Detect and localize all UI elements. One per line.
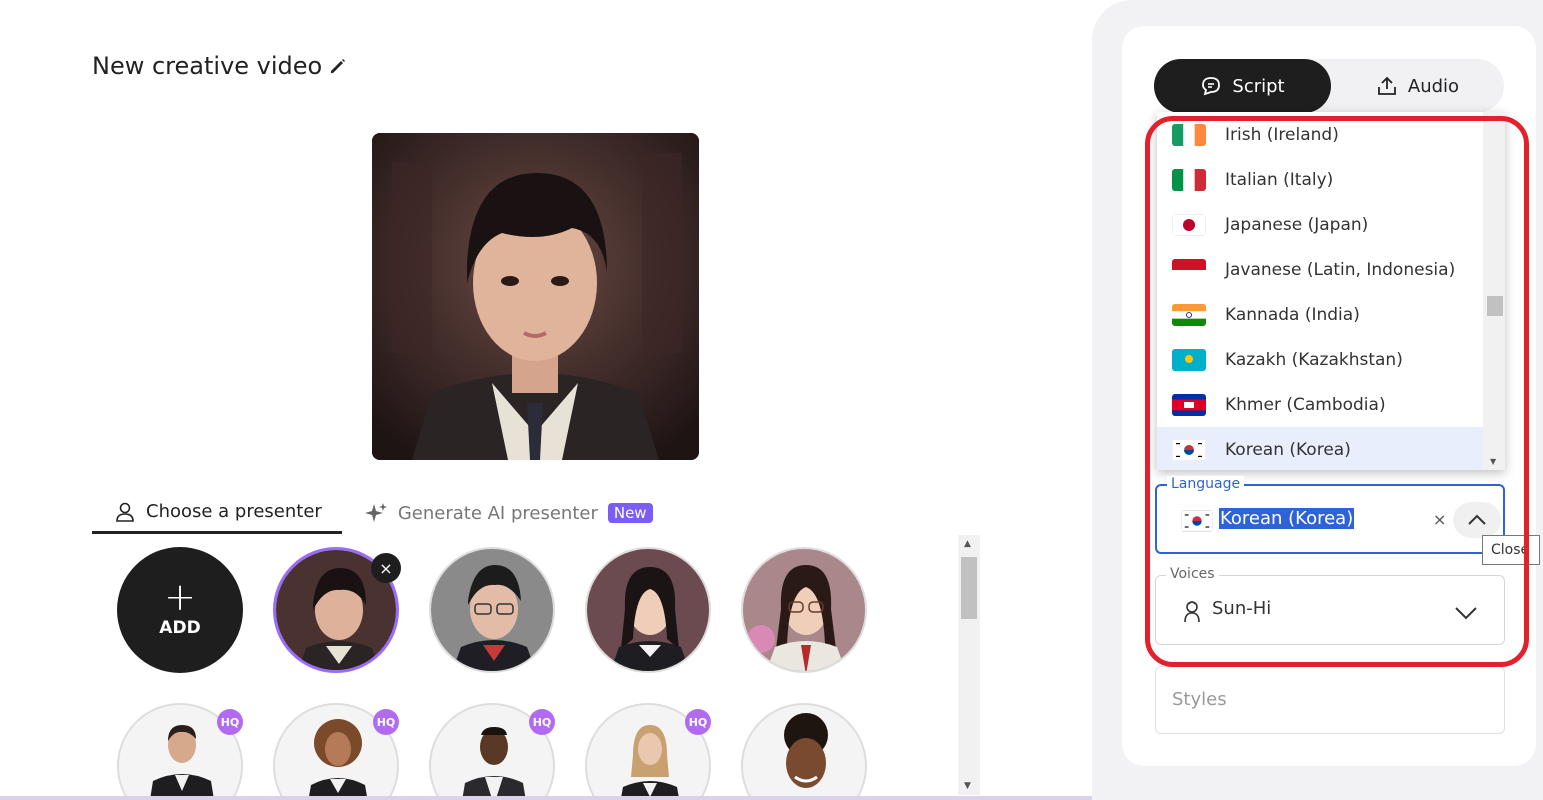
language-option-label: Javanese (Latin, Indonesia) (1225, 259, 1456, 280)
voice-value: Sun-Hi (1212, 598, 1272, 619)
japan-flag-icon (1172, 213, 1206, 236)
language-option-kannada[interactable]: Kannada (India) (1157, 292, 1483, 337)
collapse-button[interactable] (1453, 502, 1501, 538)
voices-label: Voices (1166, 566, 1219, 582)
language-option-italian[interactable]: Italian (Italy) (1157, 157, 1483, 202)
italy-flag-icon (1172, 168, 1206, 191)
language-option-label: Japanese (Japan) (1225, 214, 1369, 235)
language-label: Language (1167, 476, 1245, 492)
avatar (585, 547, 711, 673)
tab-script-label: Script (1232, 75, 1285, 97)
avatar-image (431, 549, 553, 671)
scrollbar-thumb[interactable] (961, 557, 977, 619)
avatar (429, 547, 555, 673)
presenter-avatar[interactable] (741, 703, 867, 800)
video-title[interactable]: New creative video (92, 52, 348, 80)
presenter-avatar-selected[interactable]: × (273, 547, 401, 673)
indonesia-flag-icon (1172, 258, 1206, 281)
tab-script[interactable]: Script (1154, 59, 1331, 113)
close-tooltip: Close (1482, 535, 1540, 565)
voice-person-icon (1184, 601, 1200, 623)
chat-icon (1202, 77, 1221, 96)
cambodia-flag-icon (1172, 393, 1206, 416)
user-icon (116, 502, 134, 522)
tab-choose-presenter-label: Choose a presenter (146, 501, 322, 522)
language-option-label: Khmer (Cambodia) (1225, 394, 1386, 415)
language-dropdown-list: Irish (Ireland) Italian (Italy) Japanese… (1157, 112, 1505, 470)
language-option-khmer[interactable]: Khmer (Cambodia) (1157, 382, 1483, 427)
app-root: New creative video Choose a presenter Ge… (0, 0, 1543, 800)
remove-presenter-button[interactable]: × (371, 553, 401, 583)
presenter-grid-scrollbar[interactable]: ▲ ▼ (958, 535, 980, 795)
language-option-irish[interactable]: Irish (Ireland) (1157, 112, 1483, 157)
pencil-icon[interactable] (328, 56, 348, 76)
plus-icon: + (164, 575, 196, 619)
ireland-flag-icon (1172, 123, 1206, 146)
scroll-down-icon[interactable]: ▼ (1490, 457, 1496, 466)
hq-badge: HQ (217, 709, 243, 735)
add-presenter-label: ADD (159, 618, 201, 638)
presenter-avatar[interactable] (585, 547, 711, 673)
voices-select[interactable]: Voices Sun-Hi (1155, 566, 1505, 645)
language-option-label: Kazakh (Kazakhstan) (1225, 349, 1403, 370)
hq-badge: HQ (529, 709, 555, 735)
presenter-avatar-hq[interactable]: HQ (585, 703, 711, 800)
language-option-korean[interactable]: Korean (Korea) (1157, 427, 1483, 470)
language-list-scrollbar[interactable]: ▼ (1483, 112, 1505, 470)
language-option-label: Irish (Ireland) (1225, 124, 1339, 145)
tab-generate-ai-presenter-label: Generate AI presenter (397, 502, 598, 524)
avatar (741, 547, 867, 673)
presenter-tabs: Choose a presenter Generate AI presenter… (92, 492, 673, 536)
video-title-text: New creative video (92, 52, 323, 80)
language-option-label: Italian (Italy) (1225, 169, 1334, 190)
scrollbar-thumb[interactable] (1487, 296, 1503, 316)
styles-select[interactable]: Styles (1155, 666, 1505, 734)
styles-placeholder: Styles (1172, 689, 1227, 710)
new-badge: New (607, 503, 653, 523)
avatar (741, 703, 867, 800)
tab-audio[interactable]: Audio (1331, 59, 1504, 113)
india-flag-icon (1172, 303, 1206, 326)
scroll-up-icon[interactable]: ▲ (964, 539, 971, 549)
add-presenter-button[interactable]: + ADD (117, 547, 243, 673)
hq-badge: HQ (685, 709, 711, 735)
presenter-grid: + ADD × HQ HQ HQ HQ (92, 540, 958, 800)
script-audio-toggle: Script Audio (1154, 59, 1504, 113)
tab-audio-label: Audio (1407, 75, 1460, 97)
hq-badge: HQ (373, 709, 399, 735)
avatar-image (743, 549, 865, 671)
presenter-avatar-hq[interactable]: HQ (273, 703, 399, 800)
avatar-image (587, 549, 709, 671)
language-value[interactable]: Korean (Korea) (1219, 508, 1355, 529)
sparkle-icon (364, 503, 387, 522)
upload-icon (1378, 76, 1396, 95)
presenter-avatar[interactable] (429, 547, 555, 673)
language-select[interactable]: Language Korean (Korea) × (1155, 476, 1505, 554)
language-option-javanese[interactable]: Javanese (Latin, Indonesia) (1157, 247, 1483, 292)
tab-generate-ai-presenter[interactable]: Generate AI presenter New (342, 492, 673, 534)
language-option-label: Kannada (India) (1225, 304, 1360, 325)
presenter-preview-image (372, 133, 699, 460)
korea-flag-icon (1172, 438, 1206, 461)
chevron-up-icon (1468, 514, 1486, 525)
avatar-image (743, 705, 865, 800)
clear-icon[interactable]: × (1433, 510, 1446, 529)
presenter-avatar-hq[interactable]: HQ (117, 703, 243, 800)
language-option-kazakh[interactable]: Kazakh (Kazakhstan) (1157, 337, 1483, 382)
scroll-down-icon[interactable]: ▼ (964, 781, 971, 791)
presenter-preview (372, 133, 699, 460)
kazakhstan-flag-icon (1172, 348, 1206, 371)
language-option-japanese[interactable]: Japanese (Japan) (1157, 202, 1483, 247)
presenter-avatar-hq[interactable]: HQ (429, 703, 555, 800)
korea-flag-icon (1181, 510, 1213, 532)
presenter-avatar[interactable] (741, 547, 867, 673)
tab-choose-presenter[interactable]: Choose a presenter (92, 492, 342, 534)
language-option-label: Korean (Korea) (1225, 439, 1351, 460)
chevron-down-icon[interactable] (1452, 598, 1480, 626)
